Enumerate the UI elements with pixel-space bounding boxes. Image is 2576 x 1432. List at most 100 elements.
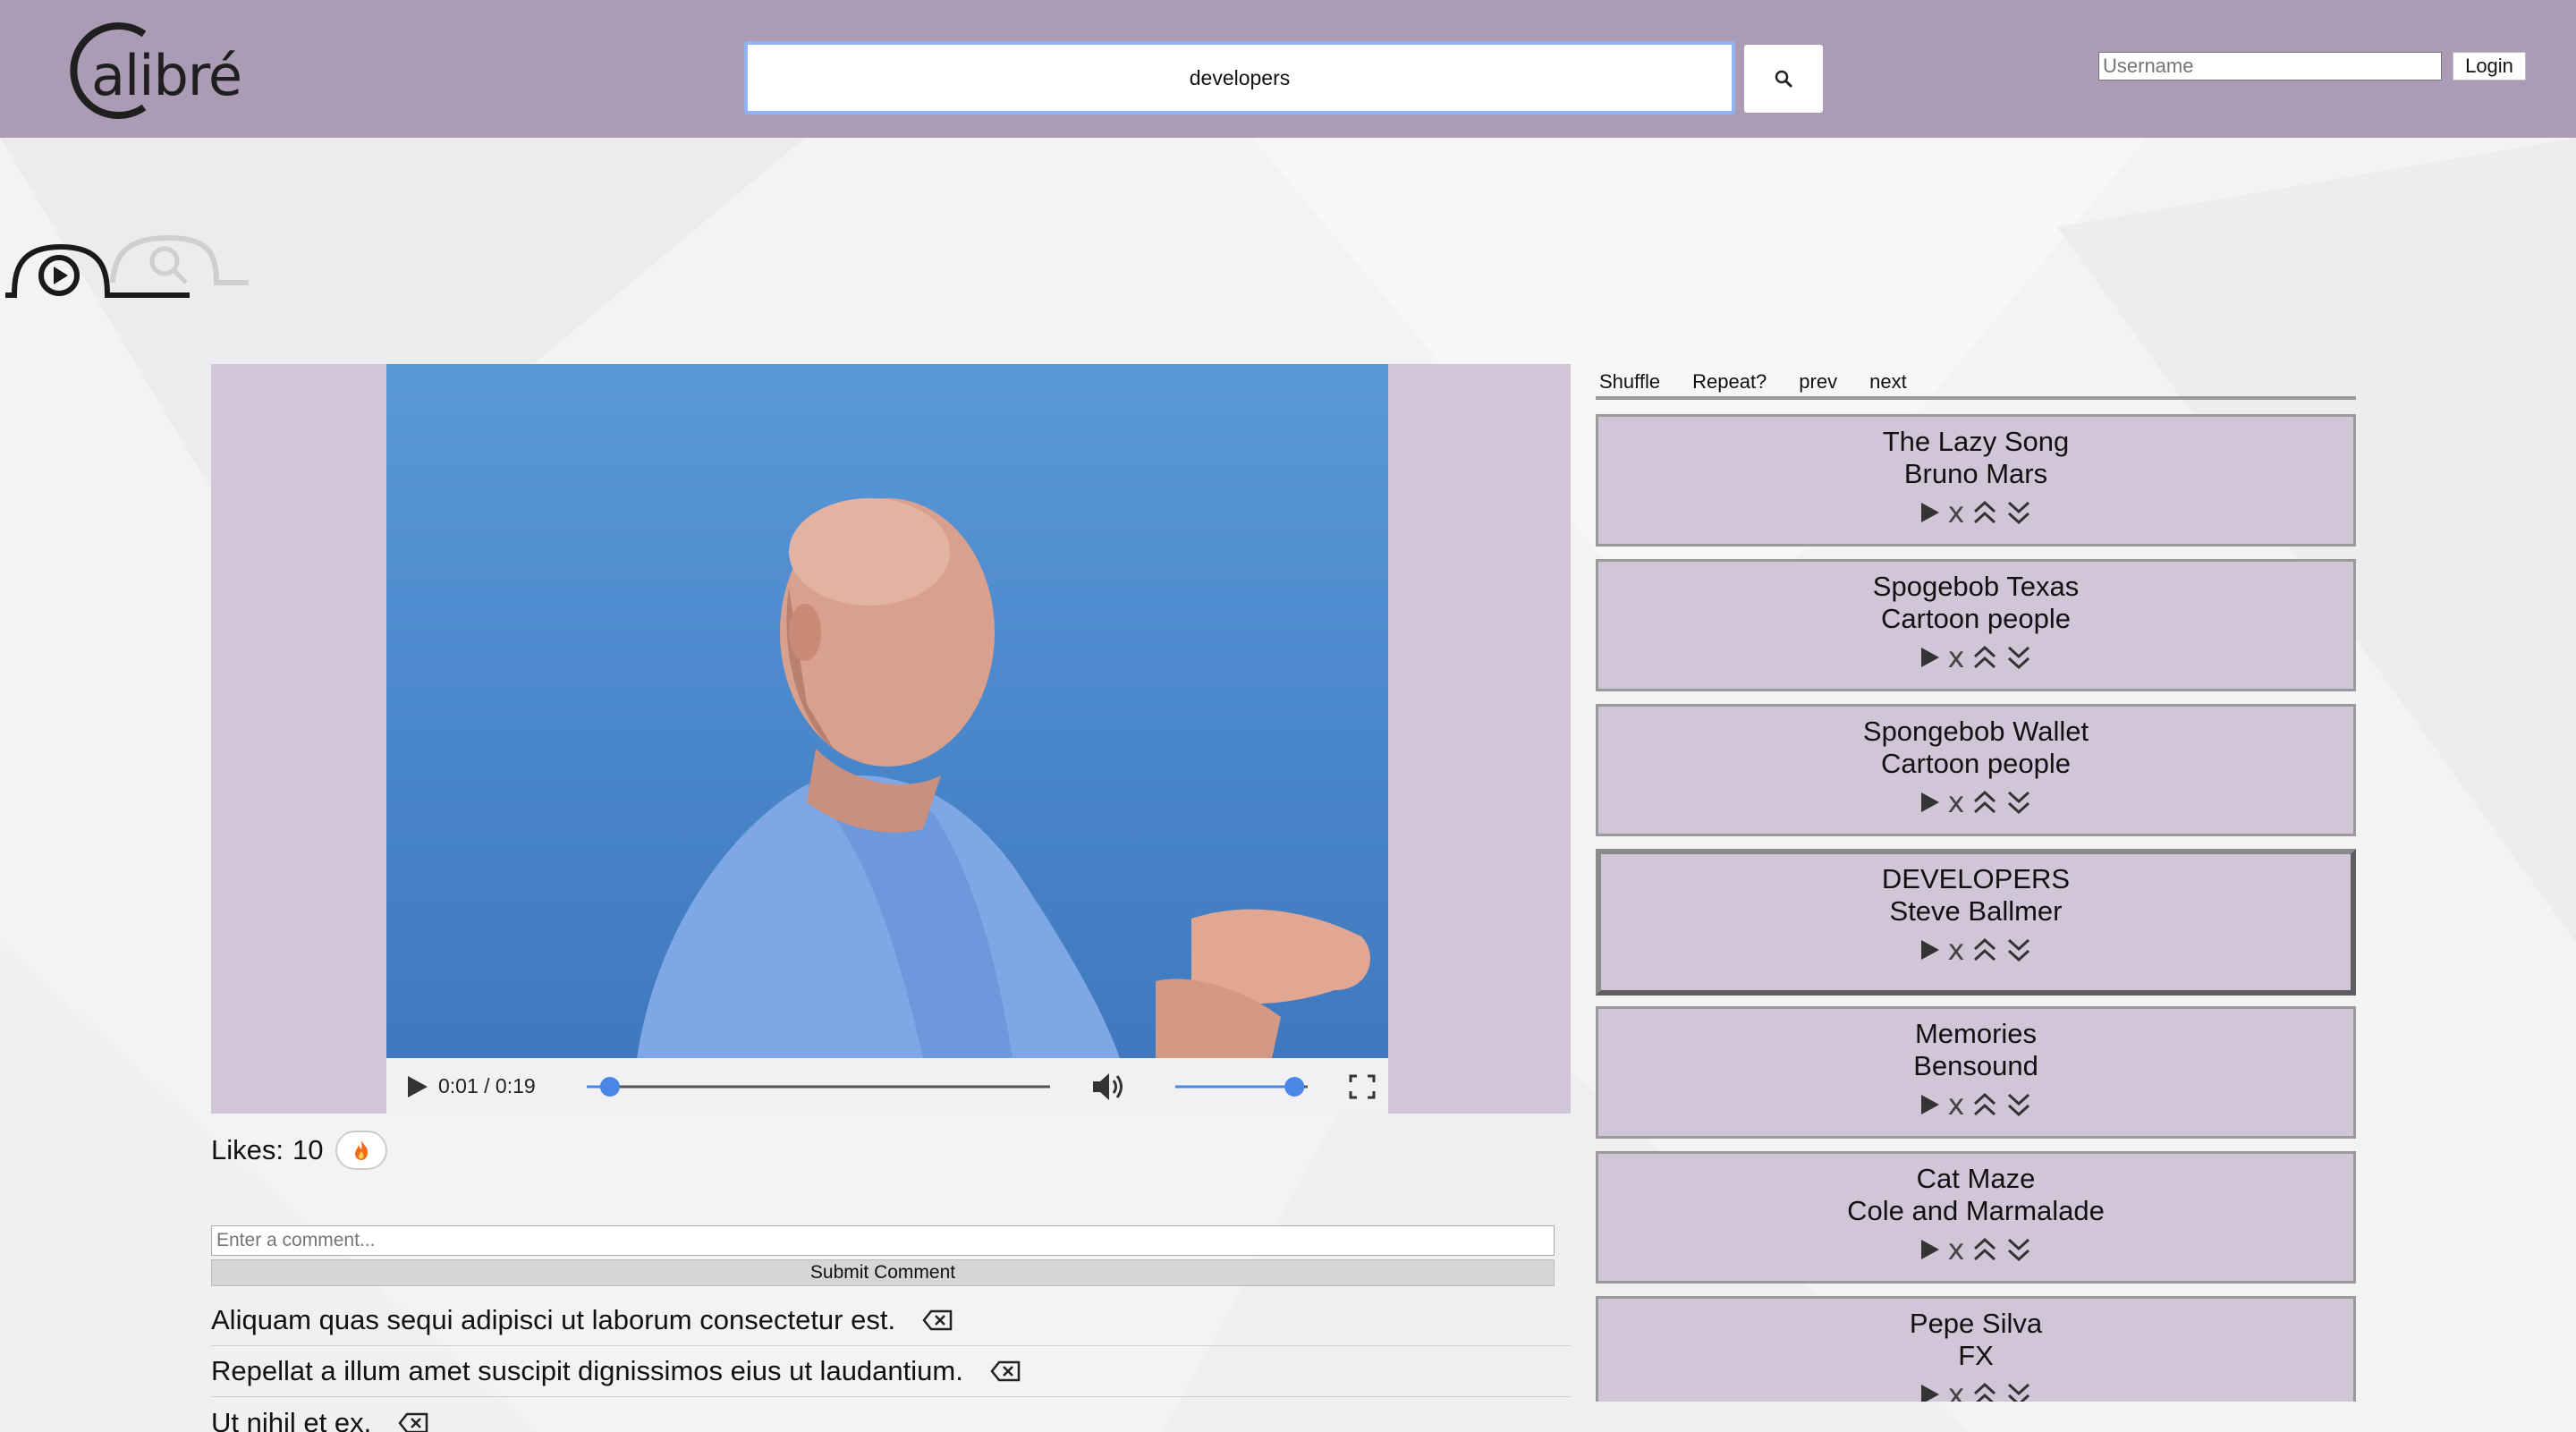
play-song-icon[interactable]: [1919, 791, 1941, 814]
comment-item: Aliquam quas sequi adipisci ut laborum c…: [211, 1295, 1571, 1346]
playlist-item[interactable]: The Lazy Song Bruno Mars x: [1596, 414, 2356, 547]
playlist-controls: Shuffle Repeat? prev next: [1599, 369, 1939, 395]
submit-comment-button[interactable]: Submit Comment: [211, 1259, 1555, 1286]
video-frame-image[interactable]: [386, 364, 1388, 1058]
video-controls: 0:01 / 0:19: [386, 1058, 1388, 1114]
next-button[interactable]: next: [1869, 369, 1907, 395]
play-song-icon[interactable]: [1919, 938, 1941, 962]
remove-song-icon[interactable]: x: [1948, 1377, 1965, 1402]
comment-item: Repellat a illum amet suscipit dignissim…: [211, 1346, 1571, 1397]
comment-item: Ut nihil et ex.: [211, 1397, 1571, 1432]
chevron-up-double-icon[interactable]: [1971, 936, 1998, 963]
song-title: Spogebob Texas: [1872, 571, 2080, 602]
chevron-up-double-icon[interactable]: [1971, 499, 1998, 526]
chevron-up-double-icon[interactable]: [1971, 644, 1998, 671]
song-title: Pepe Silva: [1909, 1308, 2043, 1339]
song-title: The Lazy Song: [1882, 426, 2070, 457]
username-input[interactable]: [2098, 52, 2442, 80]
playlist-item[interactable]: Spongebob Wallet Cartoon people x: [1596, 704, 2356, 836]
volume-thumb[interactable]: [1284, 1077, 1305, 1097]
tab-player[interactable]: [5, 243, 190, 298]
song-actions: x: [1598, 1233, 2353, 1267]
play-song-icon[interactable]: [1919, 1238, 1941, 1261]
song-actions: x: [1598, 1088, 2353, 1122]
chevron-down-double-icon[interactable]: [2005, 1091, 2032, 1118]
remove-song-icon[interactable]: x: [1948, 1233, 1965, 1267]
song-actions: x: [1601, 933, 2351, 967]
chevron-down-double-icon[interactable]: [2005, 644, 2032, 671]
search-input[interactable]: [744, 41, 1735, 114]
login-button[interactable]: Login: [2453, 52, 2526, 80]
chevron-down-double-icon[interactable]: [2005, 936, 2032, 963]
tab-search[interactable]: [110, 234, 249, 285]
comment-text: Repellat a illum amet suscipit dignissim…: [211, 1355, 963, 1386]
playlist-item[interactable]: Memories Bensound x: [1596, 1006, 2356, 1139]
song-title: Memories: [1914, 1018, 2038, 1049]
chevron-down-double-icon[interactable]: [2005, 499, 2032, 526]
song-actions: x: [1598, 1377, 2353, 1402]
prev-button[interactable]: prev: [1799, 369, 1837, 395]
chevron-up-double-icon[interactable]: [1971, 789, 1998, 816]
video-player[interactable]: 0:01 / 0:19: [386, 364, 1388, 1114]
volume-slider[interactable]: [1170, 1074, 1313, 1099]
play-icon[interactable]: [406, 1074, 429, 1099]
playlist-item[interactable]: Cat Maze Cole and Marmalade x: [1596, 1151, 2356, 1284]
play-song-icon[interactable]: [1919, 1383, 1941, 1402]
chevron-up-double-icon[interactable]: [1971, 1091, 1998, 1118]
chevron-down-double-icon[interactable]: [2005, 789, 2032, 816]
fullscreen-icon[interactable]: [1349, 1074, 1376, 1099]
backspace-icon[interactable]: [398, 1412, 428, 1432]
remove-song-icon[interactable]: x: [1948, 785, 1965, 819]
song-actions: x: [1598, 496, 2353, 530]
search-icon: [1775, 70, 1793, 89]
song-actions: x: [1598, 640, 2353, 674]
comment-text: Ut nihil et ex.: [211, 1406, 372, 1432]
song-title: DEVELOPERS: [1881, 863, 2071, 894]
fire-icon: [355, 1140, 369, 1160]
comment-text: Aliquam quas sequi adipisci ut laborum c…: [211, 1304, 896, 1335]
chevron-down-double-icon[interactable]: [2005, 1381, 2032, 1402]
likes-label: Likes:: [211, 1134, 284, 1165]
song-title: Cat Maze: [1916, 1163, 2036, 1194]
comment-input[interactable]: [211, 1225, 1555, 1256]
logo-text: alibré: [91, 43, 242, 108]
mode-tabs: [5, 234, 249, 298]
playlist-divider: [1596, 396, 2356, 400]
remove-song-icon[interactable]: x: [1948, 640, 1965, 674]
backspace-icon[interactable]: [922, 1309, 953, 1331]
song-actions: x: [1598, 785, 2353, 819]
seek-thumb[interactable]: [599, 1077, 620, 1097]
seek-bar[interactable]: [580, 1074, 1054, 1099]
play-song-icon[interactable]: [1919, 646, 1941, 669]
song-artist: FX: [1958, 1340, 1994, 1371]
repeat-button[interactable]: Repeat?: [1692, 369, 1767, 395]
song-artist: Cole and Marmalade: [1847, 1195, 2105, 1226]
remove-song-icon[interactable]: x: [1948, 1088, 1965, 1122]
song-artist: Cartoon people: [1881, 603, 2071, 634]
volume-icon[interactable]: [1091, 1071, 1127, 1103]
playlist-item[interactable]: Pepe Silva FX x: [1596, 1296, 2356, 1402]
likes-row: Likes: 10: [211, 1131, 388, 1170]
shuffle-button[interactable]: Shuffle: [1599, 369, 1660, 395]
song-artist: Bruno Mars: [1903, 458, 2048, 489]
video-container: 0:01 / 0:19: [211, 364, 1571, 1114]
search-button[interactable]: [1744, 45, 1823, 113]
song-artist: Bensound: [1913, 1050, 2038, 1081]
time-display: 0:01 / 0:19: [438, 1074, 536, 1097]
top-header: alibré Login: [0, 0, 2576, 138]
calibre-logo[interactable]: alibré: [59, 18, 242, 123]
likes-count: 10: [292, 1134, 324, 1165]
chevron-up-double-icon[interactable]: [1971, 1381, 1998, 1402]
playlist-item[interactable]: DEVELOPERS Steve Ballmer x: [1596, 849, 2356, 996]
song-artist: Steve Ballmer: [1889, 895, 2063, 927]
playlist-item[interactable]: Spogebob Texas Cartoon people x: [1596, 559, 2356, 691]
like-button[interactable]: [335, 1131, 388, 1170]
play-song-icon[interactable]: [1919, 501, 1941, 524]
chevron-down-double-icon[interactable]: [2005, 1236, 2032, 1263]
play-song-icon[interactable]: [1919, 1093, 1941, 1116]
chevron-up-double-icon[interactable]: [1971, 1236, 1998, 1263]
remove-song-icon[interactable]: x: [1948, 496, 1965, 530]
remove-song-icon[interactable]: x: [1948, 933, 1965, 967]
backspace-icon[interactable]: [990, 1360, 1021, 1382]
search-tab-icon: [149, 246, 180, 276]
